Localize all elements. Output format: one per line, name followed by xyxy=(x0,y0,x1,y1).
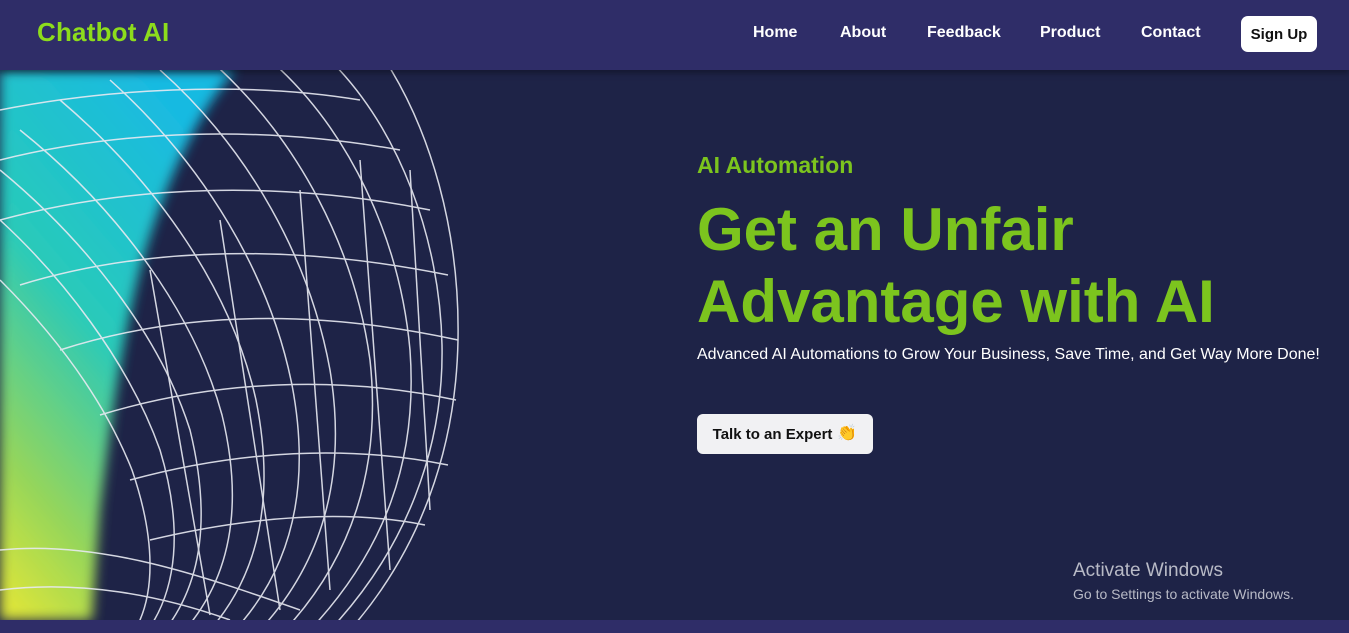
activate-windows-watermark: Activate Windows Go to Settings to activ… xyxy=(1073,560,1294,602)
brand-logo[interactable]: Chatbot AI xyxy=(37,17,169,48)
hero-headline-line-1: Get an Unfair xyxy=(697,196,1074,263)
hero-headline-line-2: Advantage with AI xyxy=(697,268,1215,335)
hero-subtext: Advanced AI Automations to Grow Your Bus… xyxy=(697,346,1320,363)
nav-link-product[interactable]: Product xyxy=(1040,24,1100,42)
nav-link-feedback[interactable]: Feedback xyxy=(927,24,1001,42)
hero-eyebrow: AI Automation xyxy=(697,152,854,178)
watermark-title: Activate Windows xyxy=(1073,560,1223,581)
cta-label: Talk to an Expert xyxy=(712,425,833,443)
talk-to-expert-button[interactable]: Talk to an Expert 👏 xyxy=(697,414,873,454)
nav-link-contact[interactable]: Contact xyxy=(1141,24,1201,42)
sign-up-button[interactable]: Sign Up xyxy=(1241,16,1317,52)
watermark-subtitle: Go to Settings to activate Windows. xyxy=(1073,586,1294,602)
nav-link-about[interactable]: About xyxy=(840,24,886,42)
wireframe-globe-illustration xyxy=(0,70,459,620)
top-navbar: Chatbot AI Home About Feedback Product C… xyxy=(0,0,1349,70)
clapping-hands-icon: 👏 xyxy=(837,425,858,442)
hero-headline: Get an Unfair Advantage with AI xyxy=(697,194,1337,338)
bottom-section-edge xyxy=(0,620,1349,633)
hero-section: AI Automation Get an Unfair Advantage wi… xyxy=(0,70,1349,620)
nav-link-home[interactable]: Home xyxy=(753,24,797,42)
